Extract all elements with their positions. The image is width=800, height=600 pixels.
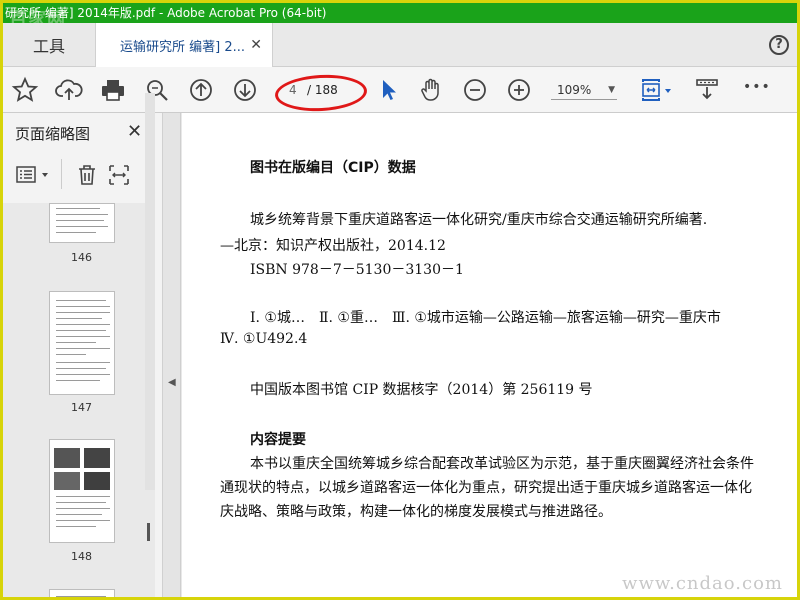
tab-tools-label: 工具: [32, 37, 65, 56]
close-panel-icon[interactable]: ✕: [127, 121, 142, 142]
panel-collapse-strip[interactable]: ◀: [163, 113, 181, 597]
thumbnail-page-146[interactable]: [49, 203, 115, 243]
doc-line: 通现状的特点，以城乡道路客运一体化为重点，研究提出适于重庆城乡道路客运一体化: [220, 480, 752, 496]
cloud-upload-icon[interactable]: [55, 76, 83, 104]
doc-heading-summary: 内容提要: [250, 432, 306, 448]
title-bar: 研究所 编著] 2014年版.pdf - Adobe Acrobat Pro (…: [3, 3, 797, 23]
next-page-icon[interactable]: [231, 76, 259, 104]
scrollbar-thumb[interactable]: [147, 523, 150, 541]
insert-page-icon[interactable]: [107, 163, 131, 191]
zoom-out-icon[interactable]: [461, 76, 489, 104]
doc-line: 中国版本图书馆 CIP 数据核字（2014）第 256119 号: [250, 382, 593, 398]
doc-line: Ⅰ. ①城… Ⅱ. ①重… Ⅲ. ①城市运输—公路运输—旅客运输—研究—重庆市: [250, 310, 721, 326]
doc-line: 城乡统筹背景下重庆道路客运一体化研究/重庆市综合交通运输研究所编著.: [250, 212, 708, 228]
panel-toolbar: [3, 159, 163, 195]
select-cursor-icon[interactable]: [375, 76, 403, 104]
zoom-in-icon[interactable]: [505, 76, 533, 104]
previous-page-icon[interactable]: [187, 76, 215, 104]
doc-line: ISBN 978－7－5130－3130－1: [250, 262, 464, 278]
thumbnail-page-147[interactable]: [49, 291, 115, 395]
delete-page-icon[interactable]: [75, 163, 99, 191]
scroll-mode-icon[interactable]: [693, 76, 721, 104]
thumbnail-label: 148: [71, 550, 92, 563]
fit-page-icon[interactable]: [639, 76, 675, 104]
tab-tools[interactable]: 工具: [3, 23, 95, 67]
zoom-select[interactable]: 109% ▼: [551, 80, 617, 100]
thumbnail-label: 146: [71, 251, 92, 264]
doc-line: Ⅳ. ①U492.4: [220, 331, 308, 347]
close-tab-icon[interactable]: ✕: [250, 37, 262, 53]
thumbnail-page-148[interactable]: [49, 439, 115, 543]
more-options-icon[interactable]: •••: [743, 79, 771, 95]
tab-document[interactable]: 运输研究所 编著] 2... ✕: [95, 23, 273, 68]
thumbnail-page-149[interactable]: [49, 589, 115, 597]
panel-title: 页面缩略图: [15, 125, 91, 143]
doc-line: —北京：知识产权出版社，2014.12: [220, 238, 446, 254]
bookmark-star-icon[interactable]: [11, 76, 39, 104]
divider: [61, 159, 62, 189]
thumbnail-label: 147: [71, 401, 92, 414]
zoom-value: 109%: [557, 83, 592, 97]
document-page: 图书在版编目（CIP）数据 城乡统筹背景下重庆道路客运一体化研究/重庆市综合交通…: [182, 113, 797, 597]
thumbnail-scrollbar[interactable]: [145, 93, 155, 490]
options-menu-icon[interactable]: [15, 163, 53, 191]
tab-document-label: 运输研究所 编著] 2...: [120, 40, 246, 55]
help-icon[interactable]: ?: [769, 35, 789, 55]
doc-line: 本书以重庆全国统筹城乡综合配套改革试验区为示范，基于重庆圈翼经济社会条件: [250, 456, 754, 472]
doc-heading-cip: 图书在版编目（CIP）数据: [250, 160, 416, 176]
tab-bar: 工具 运输研究所 编著] 2... ✕ ?: [3, 23, 797, 68]
toolbar: / 188 109% ▼ •••: [3, 67, 797, 113]
collapse-arrow-icon[interactable]: ◀: [168, 377, 176, 388]
app-window: 研究所 编著] 2014年版.pdf - Adobe Acrobat Pro (…: [0, 0, 800, 600]
doc-line: 庆战略、策略与政策，构建一体化的梯度发展模式与推进路径。: [220, 504, 612, 520]
hand-tool-icon[interactable]: [417, 76, 445, 104]
chevron-down-icon: ▼: [608, 85, 615, 95]
watermark-site: www.cndao.com: [622, 573, 783, 594]
print-icon[interactable]: [99, 76, 127, 104]
